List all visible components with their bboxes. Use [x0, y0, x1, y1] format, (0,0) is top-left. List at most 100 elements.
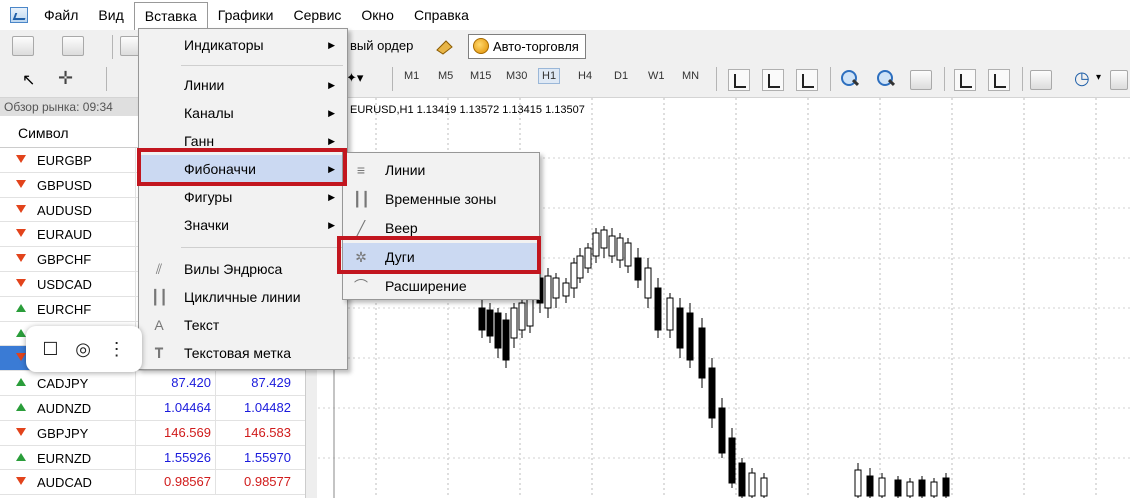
candle-body — [570, 262, 578, 289]
menu-item-label: Текстовая метка — [184, 345, 291, 361]
insert-menu-item[interactable]: A Текст — [139, 311, 347, 339]
app-chart-icon — [10, 7, 28, 23]
table-row[interactable]: AUDCAD 0.98567 0.98577 — [0, 470, 310, 496]
bid-price: 87.420 — [135, 371, 215, 396]
more-options-icon[interactable]: ⋮ — [108, 339, 126, 360]
table-row[interactable]: CADJPY 87.420 87.429 — [0, 371, 310, 396]
timeframe-w1[interactable]: W1 — [648, 70, 665, 82]
timeframe-m15[interactable]: M15 — [470, 70, 491, 82]
candle-body — [502, 319, 510, 361]
arcs-highlight-frame — [337, 236, 541, 274]
table-row[interactable]: GBPJPY 146.569 146.583 — [0, 420, 310, 446]
candle-body — [718, 407, 726, 454]
insert-menu-item[interactable]: ⫽ Вилы Эндрюса — [139, 255, 347, 283]
fibonacci-menu-item[interactable]: ⌒ Расширение — [343, 272, 539, 300]
menu-item-label: Индикаторы — [184, 37, 264, 53]
autoscroll-icon[interactable] — [988, 69, 1010, 91]
zoom-out-icon[interactable] — [876, 69, 896, 89]
timeframe-h1[interactable]: H1 — [538, 68, 561, 84]
menu-help[interactable]: Справка — [404, 0, 479, 30]
chart-shift-icon[interactable] — [954, 69, 976, 91]
timeframe-d1[interactable]: D1 — [614, 70, 628, 82]
menu-item-label: Цикличные линии — [184, 289, 301, 305]
timeframe-h4[interactable]: H4 — [578, 70, 592, 82]
text-label-icon: 𝐓 — [154, 345, 164, 361]
fibo-fan-icon: ╱ — [356, 220, 366, 236]
new-chart-icon[interactable] — [12, 36, 34, 56]
candle-body — [644, 267, 652, 299]
insert-menu-item[interactable]: ┃┃ Цикличные линии — [139, 283, 347, 311]
insert-menu-item[interactable]: 𝐓 Текстовая метка — [139, 339, 347, 367]
toolbar-separator — [716, 67, 717, 91]
menu-item-label: Ганн — [184, 133, 215, 149]
menu-item-label: Каналы — [184, 105, 234, 121]
tile-windows-icon[interactable] — [910, 70, 932, 90]
auto-trading-button[interactable]: Авто-торговля — [468, 34, 586, 59]
table-row[interactable]: EURNZD 1.55926 1.55970 — [0, 445, 310, 471]
menu-service[interactable]: Сервис — [283, 0, 351, 30]
templates-icon[interactable] — [1110, 70, 1128, 90]
insert-menu-item[interactable]: Фигуры ▶ — [139, 183, 347, 211]
symbol-name: USDCAD — [37, 276, 92, 292]
timeframe-m1[interactable]: M1 — [404, 70, 419, 82]
insert-menu-item[interactable]: Линии ▶ — [139, 71, 347, 99]
timeframe-m5[interactable]: M5 — [438, 70, 453, 82]
timeframe-m30[interactable]: M30 — [506, 70, 527, 82]
table-row[interactable]: AUDNZD 1.04464 1.04482 — [0, 395, 310, 421]
fibo-time-zones-icon: ┃┃ — [353, 191, 370, 207]
menu-insert[interactable]: Вставка — [133, 2, 208, 30]
candle-body — [878, 477, 886, 497]
bid-price: 0.98567 — [135, 470, 215, 495]
arrow-down-icon — [16, 155, 26, 163]
objects-dropdown-icon[interactable]: ✦▾ — [346, 70, 363, 86]
symbol-name: GBPUSD — [37, 177, 92, 193]
menu-window[interactable]: Окно — [351, 0, 404, 30]
candle-body — [616, 237, 624, 261]
new-order-button[interactable]: вый ордер — [350, 38, 413, 53]
chevron-down-icon[interactable]: ▾ — [1096, 72, 1101, 83]
symbol-name: AUDCAD — [37, 475, 92, 491]
periods-clock-icon[interactable]: ◷ — [1074, 68, 1090, 89]
fibonacci-menu-item[interactable]: ≡ Линии — [343, 156, 539, 184]
candle-body — [738, 462, 746, 497]
ask-price: 1.55970 — [215, 445, 295, 470]
indicators-dropdown-icon[interactable] — [1030, 70, 1052, 90]
candle-body — [854, 469, 862, 497]
menu-item-label: Фигуры — [184, 189, 233, 205]
menu-file[interactable]: Файл — [34, 0, 88, 30]
candle-body — [698, 327, 706, 379]
candle-body — [748, 472, 756, 497]
fibonacci-menu-item[interactable]: ┃┃ Временные зоны — [343, 185, 539, 213]
line-chart-icon[interactable] — [796, 69, 818, 91]
insert-menu-item[interactable]: Значки ▶ — [139, 211, 347, 239]
ask-price: 1.04482 — [215, 395, 295, 420]
candle-body — [584, 247, 592, 269]
metaeditor-icon[interactable] — [434, 36, 456, 56]
cursor-icon[interactable]: ↖ — [22, 70, 35, 90]
column-header-symbol[interactable]: Символ — [0, 118, 138, 148]
camera-icon[interactable]: ◎ — [75, 339, 91, 360]
menu-charts[interactable]: Графики — [208, 0, 284, 30]
toolbar-separator — [944, 67, 945, 91]
candle-body — [552, 277, 560, 299]
bookmark-icon[interactable]: ☐ — [42, 339, 58, 360]
bid-price: 146.569 — [135, 420, 215, 445]
menu-item-label: Текст — [184, 317, 220, 333]
menu-view[interactable]: Вид — [88, 0, 133, 30]
crosshair-icon[interactable]: ✛ — [58, 68, 73, 89]
submenu-arrow-icon: ▶ — [328, 80, 335, 90]
arrow-up-icon — [16, 452, 26, 461]
candle-body — [676, 307, 684, 349]
insert-menu-item[interactable]: Индикаторы ▶ — [139, 31, 347, 59]
insert-menu-item[interactable]: Каналы ▶ — [139, 99, 347, 127]
arrow-down-icon — [16, 477, 26, 486]
ask-price: 146.583 — [215, 420, 295, 445]
bid-price: 1.55926 — [135, 445, 215, 470]
profiles-icon[interactable] — [62, 36, 84, 56]
zoom-in-icon[interactable] — [840, 69, 860, 89]
bar-chart-icon[interactable] — [728, 69, 750, 91]
menu-item-label: Линии — [184, 77, 225, 93]
timeframe-mn[interactable]: MN — [682, 70, 699, 82]
toolbar-separator — [112, 35, 113, 59]
candlestick-chart-icon[interactable] — [762, 69, 784, 91]
